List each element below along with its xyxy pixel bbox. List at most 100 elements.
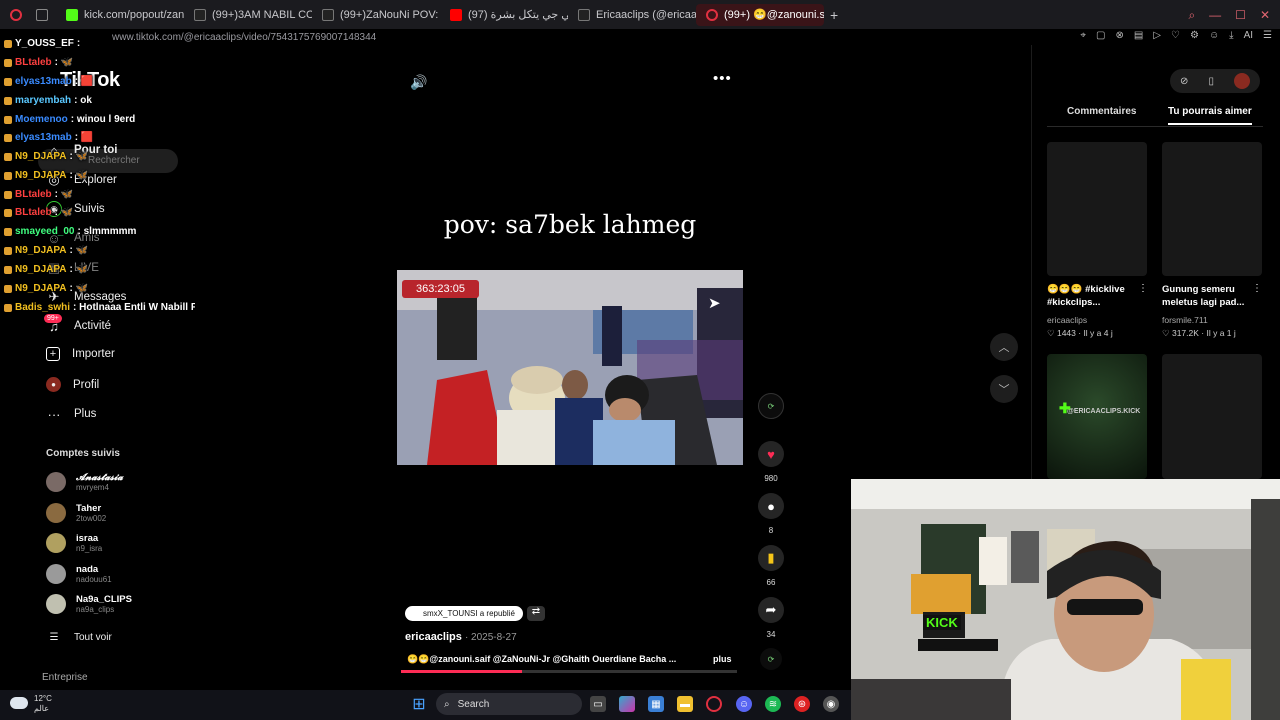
discord-icon[interactable]: ☺ [736,696,752,712]
suggested-video-title[interactable]: Gunung semeru meletus lagi pad... [1162,283,1262,310]
snapshot-icon[interactable]: ▢ [1096,30,1105,41]
browser-menu-tab[interactable] [0,0,30,29]
task-view-icon[interactable]: ▭ [590,696,606,712]
tab-sidebar[interactable] [30,0,56,29]
tab-kick[interactable]: kick.com/popout/zanouni [56,0,184,29]
video-progress-bar[interactable] [401,670,737,673]
ai-icon[interactable]: AI [1244,30,1253,41]
extension-icon[interactable]: ▤ [1134,30,1143,41]
repost-icon[interactable]: ⇄ [527,606,545,621]
chat-badge-icon [4,58,12,67]
spotify-icon[interactable]: ≋ [765,696,781,712]
minimize-button[interactable]: — [1209,8,1221,23]
weather-icon[interactable] [10,697,28,709]
suggested-video-author[interactable]: ericaaclips [1047,315,1087,325]
nav-profile[interactable]: ● Profil [46,377,99,392]
suggested-video-thumbnail[interactable] [1162,354,1262,479]
tab-label: kick.com/popout/zanouni [84,8,184,21]
download-icon[interactable]: ⤓ [1229,30,1233,41]
user-avatar[interactable] [1233,73,1250,89]
followed-account[interactable]: nada nadouu61 [46,564,112,584]
phone-icon[interactable]: ▯ [1208,76,1214,87]
video-frame[interactable] [397,270,743,465]
volume-icon[interactable]: 🔊 [410,74,427,91]
comment-button[interactable]: ● [758,493,784,519]
video-author[interactable]: ericaaclips · 2025-8-27 [405,631,517,643]
pin-icon[interactable]: ⌖ [1080,30,1086,41]
play-icon[interactable]: ▷ [1153,30,1161,41]
obs-icon[interactable]: ◉ [823,696,839,712]
repost-badge: smxX_TOUNSI a republié [405,606,523,621]
profile-icon[interactable]: ☺ [1209,30,1219,41]
see-all-button[interactable]: ☰ Tout voir [46,629,112,645]
nav-more[interactable]: ··· Plus [46,406,97,422]
like-count: 980 [764,474,778,483]
tab-you-might-like[interactable]: Tu pourrais aimer [1168,106,1252,125]
file-explorer-icon[interactable]: ▬ [677,696,693,712]
tab-comments[interactable]: Commentaires [1067,106,1136,117]
menu-icon[interactable]: ☰ [1263,30,1272,41]
avatar-icon: ● [46,377,61,392]
more-options-icon[interactable]: ••• [713,70,732,87]
tab-active-zanouni[interactable]: (99+) 😁@zanouni.s [696,3,824,26]
comment-count: 8 [768,526,774,535]
enterprise-link[interactable]: Entreprise [42,672,88,683]
followed-account[interactable]: 𝓐𝓷𝓪𝓼𝓽𝓪𝓼𝓲𝓪 mvryem4 [46,472,123,492]
card-menu-icon[interactable]: ⋮ [1252,283,1262,294]
repost-label: smxX_TOUNSI a republié [423,609,515,618]
opera-gx-icon[interactable] [706,696,722,712]
account-name: israa [76,533,99,544]
chat-username: N9_DJAPA [15,151,67,162]
chat-text: : 🦋 [69,170,89,181]
new-tab-button[interactable]: + [824,0,848,29]
followed-account[interactable]: israa n9_isra [46,533,102,553]
previous-video-button[interactable]: ︿ [990,333,1018,361]
suggested-video-author[interactable]: forsmile.711 [1162,315,1208,325]
like-button[interactable]: ♥ [758,441,784,467]
url-text[interactable]: www.tiktok.com/@ericaaclips/video/754317… [112,32,376,43]
chat-badge-icon [4,39,12,48]
copilot-icon[interactable] [619,696,635,712]
right-panel-toolbar: ⊘ ▯ [1170,69,1260,93]
nav-label: Suivis [74,203,105,215]
post-date: 2025-8-27 [471,632,517,643]
suggested-video-thumbnail[interactable]: @ERICAACLIPS.KICK ✚ [1047,354,1147,479]
windows-start-icon[interactable]: ⊞ [411,696,427,713]
tab-ericaaclips[interactable]: Ericaaclips (@ericaaclips) [568,0,696,29]
chat-username: BLtaleb [15,207,52,218]
caption-more-button[interactable]: plus [713,654,732,664]
weather-widget[interactable]: 12°C عالم [34,694,52,715]
maximize-button[interactable]: ☐ [1235,8,1246,23]
sound-disc[interactable]: ⟳ [760,648,782,670]
tab-zanouni-pov[interactable]: (99+)ZaNouNi POV: Ki Te [312,0,440,29]
youtube-icon [450,8,462,21]
card-menu-icon[interactable]: ⋮ [1138,283,1148,294]
suggested-video-title[interactable]: 😁😁😁 #kicklive #kickclips... [1047,283,1147,310]
store-icon[interactable]: ▦ [648,696,664,712]
author-avatar[interactable]: ⟳ [758,393,784,419]
author-name[interactable]: ericaaclips [405,631,462,643]
vpn-icon[interactable]: ⊗ [1115,30,1123,41]
taskbar-search[interactable]: ⌕ Search [436,693,582,715]
tab-nabil[interactable]: (99+)3AM NABIL CORE😁 [184,0,312,29]
followed-account[interactable]: Na9a_CLIPS na9a_clips [46,594,132,614]
settings-icon[interactable]: ⚙ [1190,30,1199,41]
nav-activity[interactable]: ♫ Activité [46,318,111,334]
chat-badge-icon [4,284,12,293]
rotate-icon[interactable]: ⊘ [1180,76,1188,87]
nav-label: Importer [72,348,115,360]
suggested-video-thumbnail[interactable] [1162,142,1262,276]
search-tabs-icon[interactable]: ⌕ [1188,8,1195,23]
share-button[interactable]: ➦ [758,597,784,623]
account-handle: 2tow002 [76,514,107,523]
save-button[interactable]: ▮ [758,545,784,571]
next-video-button[interactable]: ﹀ [990,375,1018,403]
avatar [46,594,66,614]
app-icon[interactable]: ⊛ [794,696,810,712]
nav-upload[interactable]: + Importer [46,347,115,361]
heart-icon[interactable]: ♡ [1171,30,1180,41]
close-window-button[interactable]: ✕ [1260,8,1270,23]
followed-account[interactable]: Taher 2tow002 [46,503,106,523]
suggested-video-thumbnail[interactable] [1047,142,1147,276]
tab-youtube[interactable]: كلاي بيبي جي يتكل بشرة (97) [440,0,568,29]
